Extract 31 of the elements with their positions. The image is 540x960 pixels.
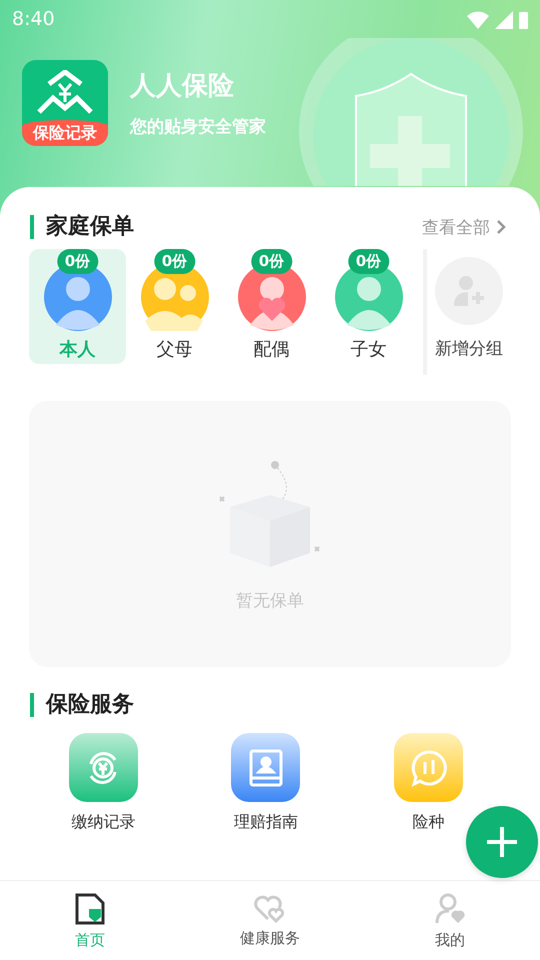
signal-icon	[495, 10, 513, 28]
add-group-button[interactable]: 新增分组	[427, 249, 511, 375]
app-subtitle: 您的贴身安全管家	[130, 116, 266, 138]
document-shield-icon	[75, 893, 105, 925]
policy-count-badge: 0份	[250, 249, 292, 274]
app-title: 人人保险	[130, 70, 235, 103]
member-label: 本人	[60, 338, 96, 361]
member-tab[interactable]: 0份 子女	[320, 249, 417, 364]
section-title: 保险服务	[30, 693, 134, 717]
chevron-right-icon	[496, 219, 506, 235]
member-label: 父母	[156, 338, 192, 361]
status-time: 8:40	[12, 8, 55, 30]
plus-icon	[487, 827, 517, 857]
battery-icon	[519, 12, 528, 28]
member-label: 子女	[350, 338, 386, 361]
book-icon	[248, 748, 284, 788]
wifi-icon	[467, 10, 489, 28]
nav-tab[interactable]: 健康服务	[180, 881, 360, 960]
section-title: 家庭保单	[30, 215, 134, 239]
nav-tab[interactable]: 我的	[360, 881, 540, 960]
member-tab[interactable]: 0份 配偶	[223, 249, 320, 364]
logo-label: 保险记录	[22, 120, 108, 146]
chat-icon	[408, 748, 449, 788]
member-label: 配偶	[254, 338, 290, 361]
policy-count-badge: 0份	[154, 249, 196, 274]
member-tab[interactable]: 0份 父母	[126, 249, 223, 364]
user-heart-icon	[435, 893, 465, 925]
policy-count-badge: 0份	[56, 249, 98, 274]
yen-mountain-icon	[35, 70, 95, 116]
hearts-icon	[253, 893, 287, 923]
policy-count-badge: 0份	[348, 249, 390, 274]
